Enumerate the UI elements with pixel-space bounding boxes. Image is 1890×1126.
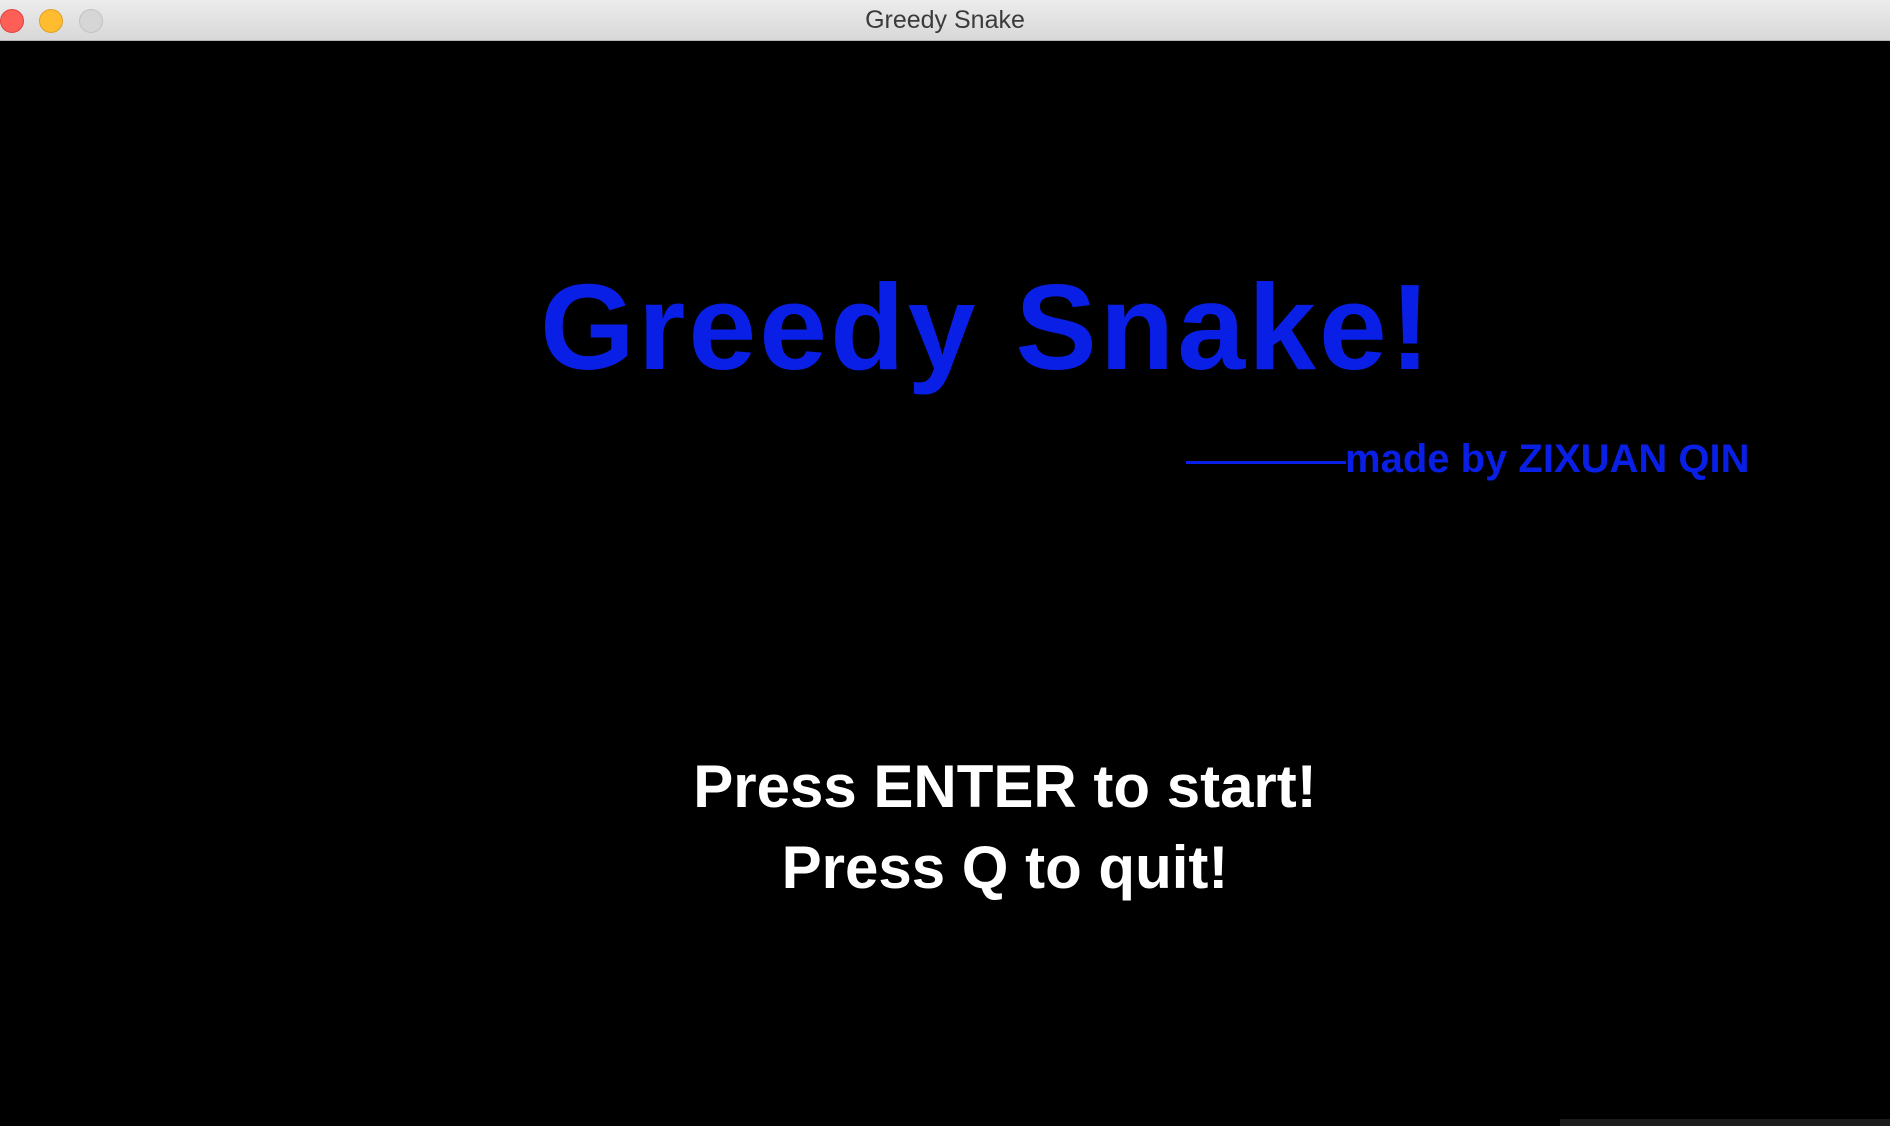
start-prompt: Press ENTER to start! [693,753,1317,820]
bottom-edge-strip [1560,1119,1890,1126]
credit-dash [1186,461,1346,464]
author-credit: made by ZIXUAN QIN [1345,437,1750,481]
game-window: Greedy Snake Greedy Snake! made by ZIXUA… [0,0,1890,1126]
game-title: Greedy Snake! [540,259,1434,395]
window-title: Greedy Snake [865,6,1025,34]
quit-prompt: Press Q to quit! [781,834,1229,901]
game-canvas[interactable]: Greedy Snake! made by ZIXUAN QIN Press E… [0,41,1890,1126]
window-titlebar[interactable]: Greedy Snake [0,0,1890,41]
